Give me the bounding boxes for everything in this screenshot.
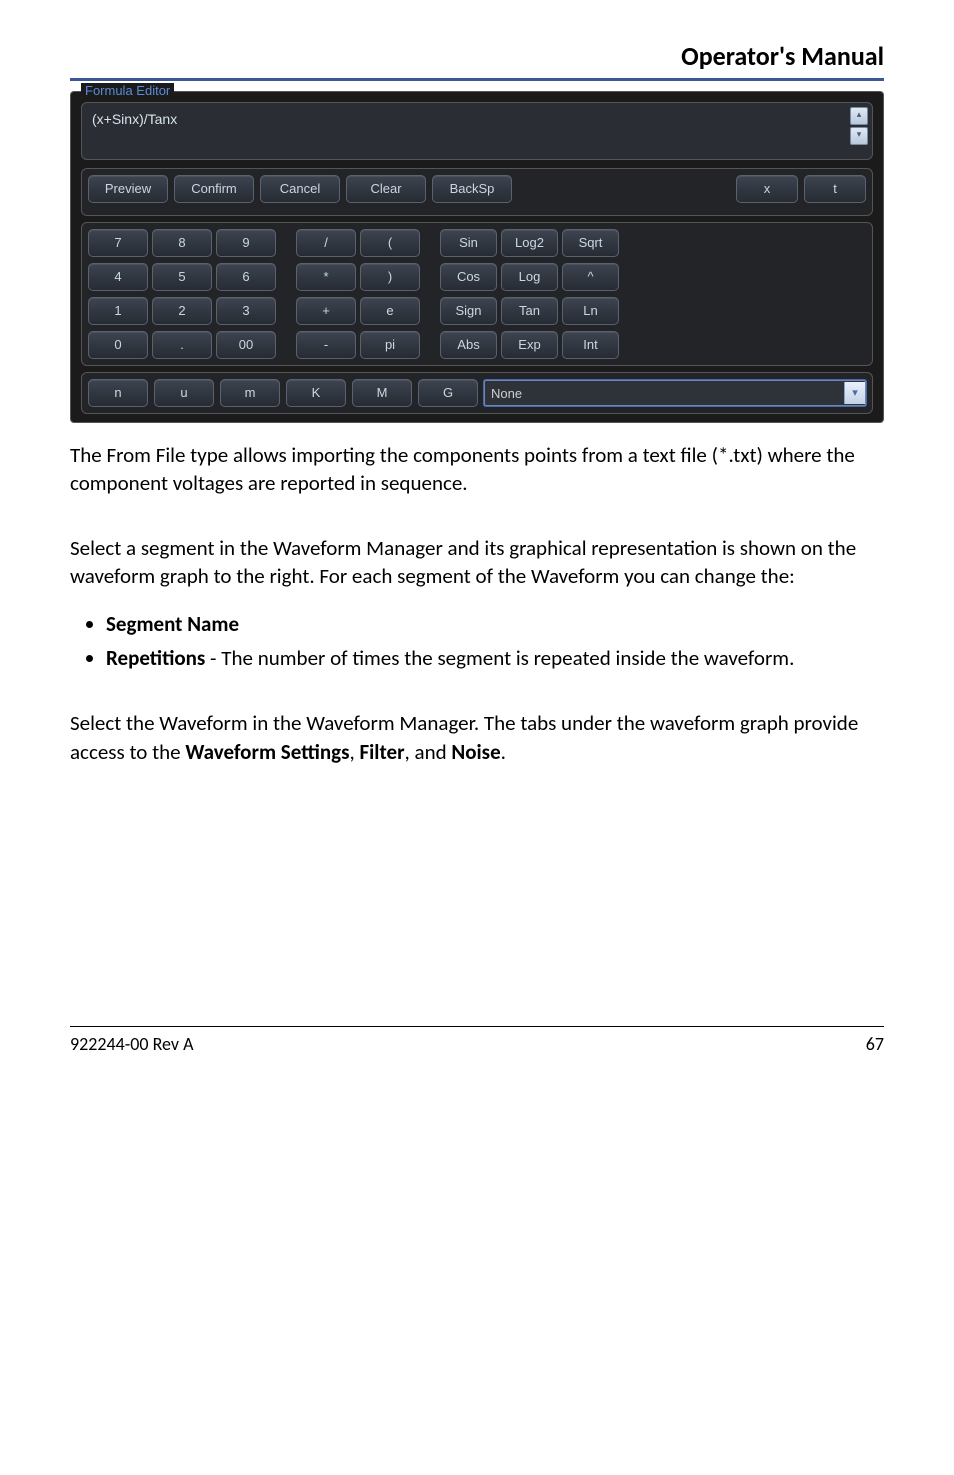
numpad-7[interactable]: 7	[88, 229, 148, 257]
bullet-2-rest: - The number of times the segment is rep…	[205, 645, 794, 671]
cancel-button[interactable]: Cancel	[260, 175, 340, 203]
formula-text: (x+Sinx)/Tanx	[92, 111, 177, 127]
numpad-4[interactable]: 4	[88, 263, 148, 291]
unit-m[interactable]: m	[220, 379, 280, 407]
numpad-8[interactable]: 8	[152, 229, 212, 257]
number-pad: 7 8 9 4 5 6 1 2 3 0 . 00	[88, 229, 274, 359]
p3-b1: Waveform Settings	[185, 739, 349, 765]
scroll-down-button[interactable]: ▾	[850, 127, 868, 145]
formula-input[interactable]: (x+Sinx)/Tanx ▴ ▾	[81, 102, 873, 160]
t-button[interactable]: t	[804, 175, 866, 203]
confirm-button[interactable]: Confirm	[174, 175, 254, 203]
bullet-list: Segment Name Repetitions - The number of…	[106, 610, 884, 673]
numpad-3[interactable]: 3	[216, 297, 276, 325]
numpad-5[interactable]: 5	[152, 263, 212, 291]
numpad-00[interactable]: 00	[216, 331, 276, 359]
numpad-9[interactable]: 9	[216, 229, 276, 257]
unit-g[interactable]: G	[418, 379, 478, 407]
fn-sign[interactable]: Sign	[440, 297, 497, 325]
p3-b2: Filter	[360, 739, 405, 765]
bullet-2-bold: Repetitions	[106, 645, 205, 671]
fn-int[interactable]: Int	[562, 331, 619, 359]
p3-b3: Noise	[451, 739, 500, 765]
numpad-dot[interactable]: .	[152, 331, 212, 359]
footer-page-number: 67	[866, 1033, 884, 1055]
footer-doc-rev: 922244-00 Rev A	[70, 1033, 194, 1055]
bullet-1-bold: Segment Name	[106, 611, 239, 637]
fn-sin[interactable]: Sin	[440, 229, 497, 257]
op-e[interactable]: e	[360, 297, 420, 325]
paragraph-3: Select the Waveform in the Waveform Mana…	[70, 709, 884, 766]
fn-exp[interactable]: Exp	[501, 331, 558, 359]
numpad-6[interactable]: 6	[216, 263, 276, 291]
fn-ln[interactable]: Ln	[562, 297, 619, 325]
op-multiply[interactable]: *	[296, 263, 356, 291]
unit-u[interactable]: u	[154, 379, 214, 407]
clear-button[interactable]: Clear	[346, 175, 426, 203]
bullet-item-1: Segment Name	[106, 610, 884, 639]
numpad-0[interactable]: 0	[88, 331, 148, 359]
numpad-2[interactable]: 2	[152, 297, 212, 325]
unit-mega[interactable]: M	[352, 379, 412, 407]
op-pi[interactable]: pi	[360, 331, 420, 359]
formula-editor-legend: Formula Editor	[81, 83, 174, 98]
operator-pad: / ( * ) + e - pi	[296, 229, 418, 359]
fn-abs[interactable]: Abs	[440, 331, 497, 359]
page-title: Operator's Manual	[70, 40, 884, 72]
op-minus[interactable]: -	[296, 331, 356, 359]
function-pad: Sin Log2 Sqrt Cos Log ^ Sign Tan Ln Abs …	[440, 229, 617, 359]
op-rparen[interactable]: )	[360, 263, 420, 291]
paragraph-2: Select a segment in the Waveform Manager…	[70, 534, 884, 591]
fn-log[interactable]: Log	[501, 263, 558, 291]
numpad-1[interactable]: 1	[88, 297, 148, 325]
paragraph-1: The From File type allows importing the …	[70, 441, 884, 498]
op-divide[interactable]: /	[296, 229, 356, 257]
preview-button[interactable]: Preview	[88, 175, 168, 203]
fn-sqrt[interactable]: Sqrt	[562, 229, 619, 257]
preset-dropdown[interactable]: None ▾	[484, 380, 866, 406]
fn-cos[interactable]: Cos	[440, 263, 497, 291]
unit-n[interactable]: n	[88, 379, 148, 407]
bullet-item-2: Repetitions - The number of times the se…	[106, 644, 884, 673]
chevron-down-icon: ▾	[844, 382, 865, 404]
page-footer: 922244-00 Rev A 67	[70, 1026, 884, 1055]
p3-mid1: ,	[350, 739, 360, 765]
p3-mid2: , and	[405, 739, 452, 765]
fn-log2[interactable]: Log2	[501, 229, 558, 257]
fn-tan[interactable]: Tan	[501, 297, 558, 325]
fn-pow[interactable]: ^	[562, 263, 619, 291]
unit-k[interactable]: K	[286, 379, 346, 407]
scroll-up-button[interactable]: ▴	[850, 107, 868, 125]
backspace-button[interactable]: BackSp	[432, 175, 512, 203]
p3-end: .	[501, 739, 506, 765]
dropdown-selected: None	[485, 386, 528, 401]
formula-editor-panel: Formula Editor (x+Sinx)/Tanx ▴ ▾ Preview…	[70, 91, 884, 423]
header-rule	[70, 78, 884, 81]
x-button[interactable]: x	[736, 175, 798, 203]
op-plus[interactable]: +	[296, 297, 356, 325]
op-lparen[interactable]: (	[360, 229, 420, 257]
